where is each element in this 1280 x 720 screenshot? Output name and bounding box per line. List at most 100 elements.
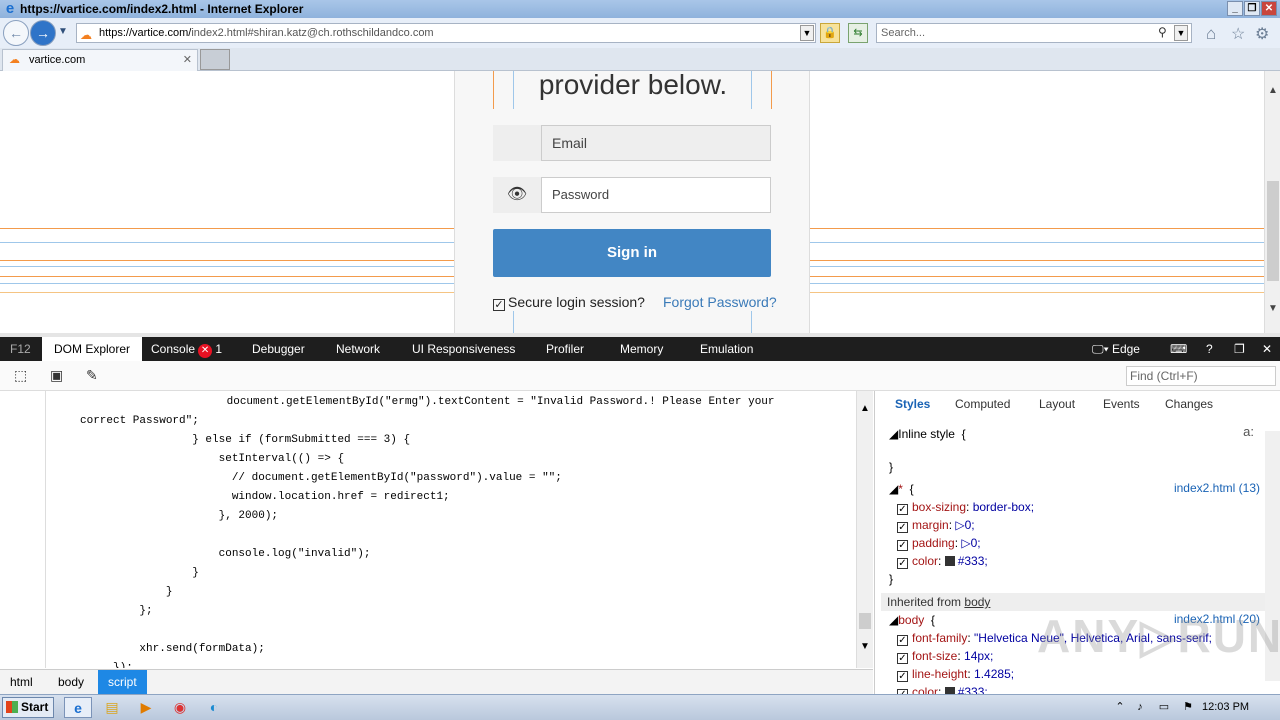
- password-field[interactable]: Password: [541, 177, 771, 213]
- select-element-icon[interactable]: ⬚: [14, 367, 27, 384]
- style-property-row[interactable]: ✓ box-sizing: border-box;: [897, 499, 1034, 515]
- help-icon[interactable]: ?: [1202, 337, 1217, 361]
- property-checkbox[interactable]: ✓: [897, 635, 908, 646]
- address-bar[interactable]: ☁ https://vartice.com/index2.html#shiran…: [76, 23, 816, 43]
- tab-memory[interactable]: Memory: [616, 337, 667, 361]
- breadcrumb-body[interactable]: body: [48, 670, 94, 695]
- close-devtools-icon[interactable]: ✕: [1258, 337, 1276, 361]
- color-swatch[interactable]: [944, 556, 955, 566]
- tab-close-icon[interactable]: ✕: [183, 50, 192, 70]
- forgot-password-link[interactable]: Forgot Password?: [663, 293, 777, 311]
- tab-events[interactable]: Events: [1103, 397, 1140, 411]
- property-checkbox[interactable]: ✓: [897, 504, 908, 515]
- property-value[interactable]: 1.4285;: [974, 667, 1014, 681]
- inline-style-rule[interactable]: ◢Inline style {: [889, 426, 966, 442]
- scroll-down-icon[interactable]: ▼: [1268, 303, 1278, 314]
- property-name[interactable]: line-height: [912, 667, 967, 681]
- breadcrumb-script[interactable]: script: [98, 670, 147, 695]
- tab-profiler[interactable]: Profiler: [542, 337, 588, 361]
- start-button[interactable]: Start: [2, 697, 54, 718]
- console-prompt-icon[interactable]: ⌨: [1166, 337, 1191, 361]
- address-dropdown-icon[interactable]: ▼: [800, 25, 814, 41]
- property-checkbox[interactable]: ✓: [897, 540, 908, 551]
- lock-icon[interactable]: 🔒: [820, 23, 840, 43]
- scroll-up-icon[interactable]: ▲: [1268, 85, 1278, 96]
- search-icon[interactable]: ⚲: [1158, 25, 1167, 39]
- property-value[interactable]: border-box;: [973, 500, 1034, 514]
- scroll-up-icon[interactable]: ▲: [860, 403, 870, 414]
- favorites-star-icon[interactable]: ☆: [1231, 24, 1245, 44]
- secure-session-checkbox[interactable]: ✓ Secure login session?: [493, 293, 645, 311]
- style-property-row[interactable]: ✓color: #333;: [897, 553, 988, 569]
- rule-universal-selector[interactable]: ◢* {: [889, 481, 914, 497]
- undock-icon[interactable]: ❐: [1230, 337, 1249, 361]
- tab-layout[interactable]: Layout: [1039, 397, 1075, 411]
- home-icon[interactable]: ⌂: [1206, 24, 1216, 44]
- maximize-button[interactable]: ❐: [1244, 1, 1260, 16]
- property-checkbox[interactable]: ✓: [897, 558, 908, 569]
- property-checkbox[interactable]: ✓: [897, 522, 908, 533]
- tab-emulation[interactable]: Emulation: [696, 337, 757, 361]
- chrome-taskbar-icon[interactable]: ◉: [166, 697, 194, 718]
- style-property-row[interactable]: ✓ margin: ▷0;: [897, 517, 975, 533]
- tab-ui-responsiveness[interactable]: UI Responsiveness: [408, 337, 519, 361]
- tab-network[interactable]: Network: [332, 337, 384, 361]
- tab-styles[interactable]: Styles: [895, 397, 930, 411]
- breadcrumb-html[interactable]: html: [0, 670, 43, 695]
- tab-vartice[interactable]: ☁ vartice.com ✕: [2, 49, 198, 71]
- checkbox-check-icon[interactable]: ✓: [493, 299, 505, 311]
- show-password-eye-icon[interactable]: 👁: [493, 177, 541, 213]
- property-checkbox[interactable]: ✓: [897, 671, 908, 682]
- style-property-row[interactable]: ✓ font-size: 14px;: [897, 648, 993, 664]
- forward-button[interactable]: →: [30, 20, 56, 46]
- property-name[interactable]: font-family: [912, 631, 967, 645]
- style-property-row[interactable]: ✓color: #333;: [897, 684, 988, 694]
- minimize-button[interactable]: _: [1227, 1, 1243, 16]
- email-field[interactable]: Email: [541, 125, 771, 161]
- style-property-row[interactable]: ✓ line-height: 1.4285;: [897, 666, 1014, 682]
- settings-gear-icon[interactable]: ⚙: [1255, 24, 1269, 44]
- document-mode-dropdown[interactable]: 🖵▾ Edge: [1088, 337, 1144, 361]
- color-swatch[interactable]: [944, 687, 955, 694]
- tab-changes[interactable]: Changes: [1165, 397, 1213, 411]
- tab-debugger[interactable]: Debugger: [248, 337, 309, 361]
- scroll-thumb[interactable]: [859, 613, 871, 629]
- back-button[interactable]: ←: [3, 20, 29, 46]
- property-name[interactable]: color: [912, 685, 938, 694]
- property-checkbox[interactable]: ✓: [897, 653, 908, 664]
- toggle-pseudo-icon[interactable]: a:: [1243, 424, 1254, 439]
- property-value[interactable]: #333;: [958, 685, 988, 694]
- scroll-down-icon[interactable]: ▼: [860, 641, 870, 652]
- close-window-button[interactable]: ✕: [1261, 1, 1277, 16]
- property-name[interactable]: font-size: [912, 649, 957, 663]
- highlight-icon[interactable]: ▣: [50, 367, 63, 384]
- tab-computed[interactable]: Computed: [955, 397, 1010, 411]
- new-tab-button[interactable]: [200, 49, 230, 70]
- tab-console[interactable]: Console ✕ 1: [147, 337, 226, 361]
- ie-taskbar-icon[interactable]: e: [64, 697, 92, 718]
- color-picker-icon[interactable]: ✎: [86, 367, 98, 384]
- style-property-row[interactable]: ✓ padding: ▷0;: [897, 535, 981, 551]
- sign-in-button[interactable]: Sign in: [493, 229, 771, 277]
- property-value[interactable]: 14px;: [964, 649, 993, 663]
- source-code-view[interactable]: document.getElementById("ermg").textCont…: [0, 391, 856, 668]
- search-dropdown-icon[interactable]: ▼: [1174, 25, 1188, 41]
- explorer-taskbar-icon[interactable]: ▤: [98, 697, 126, 718]
- history-dropdown-icon[interactable]: ▼: [58, 26, 68, 37]
- inherited-from-link[interactable]: body: [964, 595, 990, 609]
- search-input[interactable]: Search...: [876, 23, 1192, 43]
- media-player-taskbar-icon[interactable]: ▶: [132, 697, 160, 718]
- property-value[interactable]: #333;: [958, 554, 988, 568]
- action-center-flag-icon[interactable]: ⚑: [1174, 697, 1202, 718]
- property-value[interactable]: ▷0;: [961, 536, 980, 550]
- scroll-thumb[interactable]: [1267, 181, 1279, 281]
- property-name[interactable]: margin: [912, 518, 949, 532]
- rule-source-link[interactable]: index2.html (13): [1174, 481, 1260, 495]
- property-name[interactable]: color: [912, 554, 938, 568]
- tab-dom-explorer[interactable]: DOM Explorer: [42, 337, 143, 361]
- find-input[interactable]: Find (Ctrl+F): [1126, 366, 1276, 386]
- edge-taskbar-icon[interactable]: ◐: [200, 697, 228, 718]
- code-scrollbar[interactable]: ▲ ▼: [856, 391, 873, 668]
- property-name[interactable]: padding: [912, 536, 955, 550]
- rule-body-selector[interactable]: ◢body {: [889, 612, 935, 628]
